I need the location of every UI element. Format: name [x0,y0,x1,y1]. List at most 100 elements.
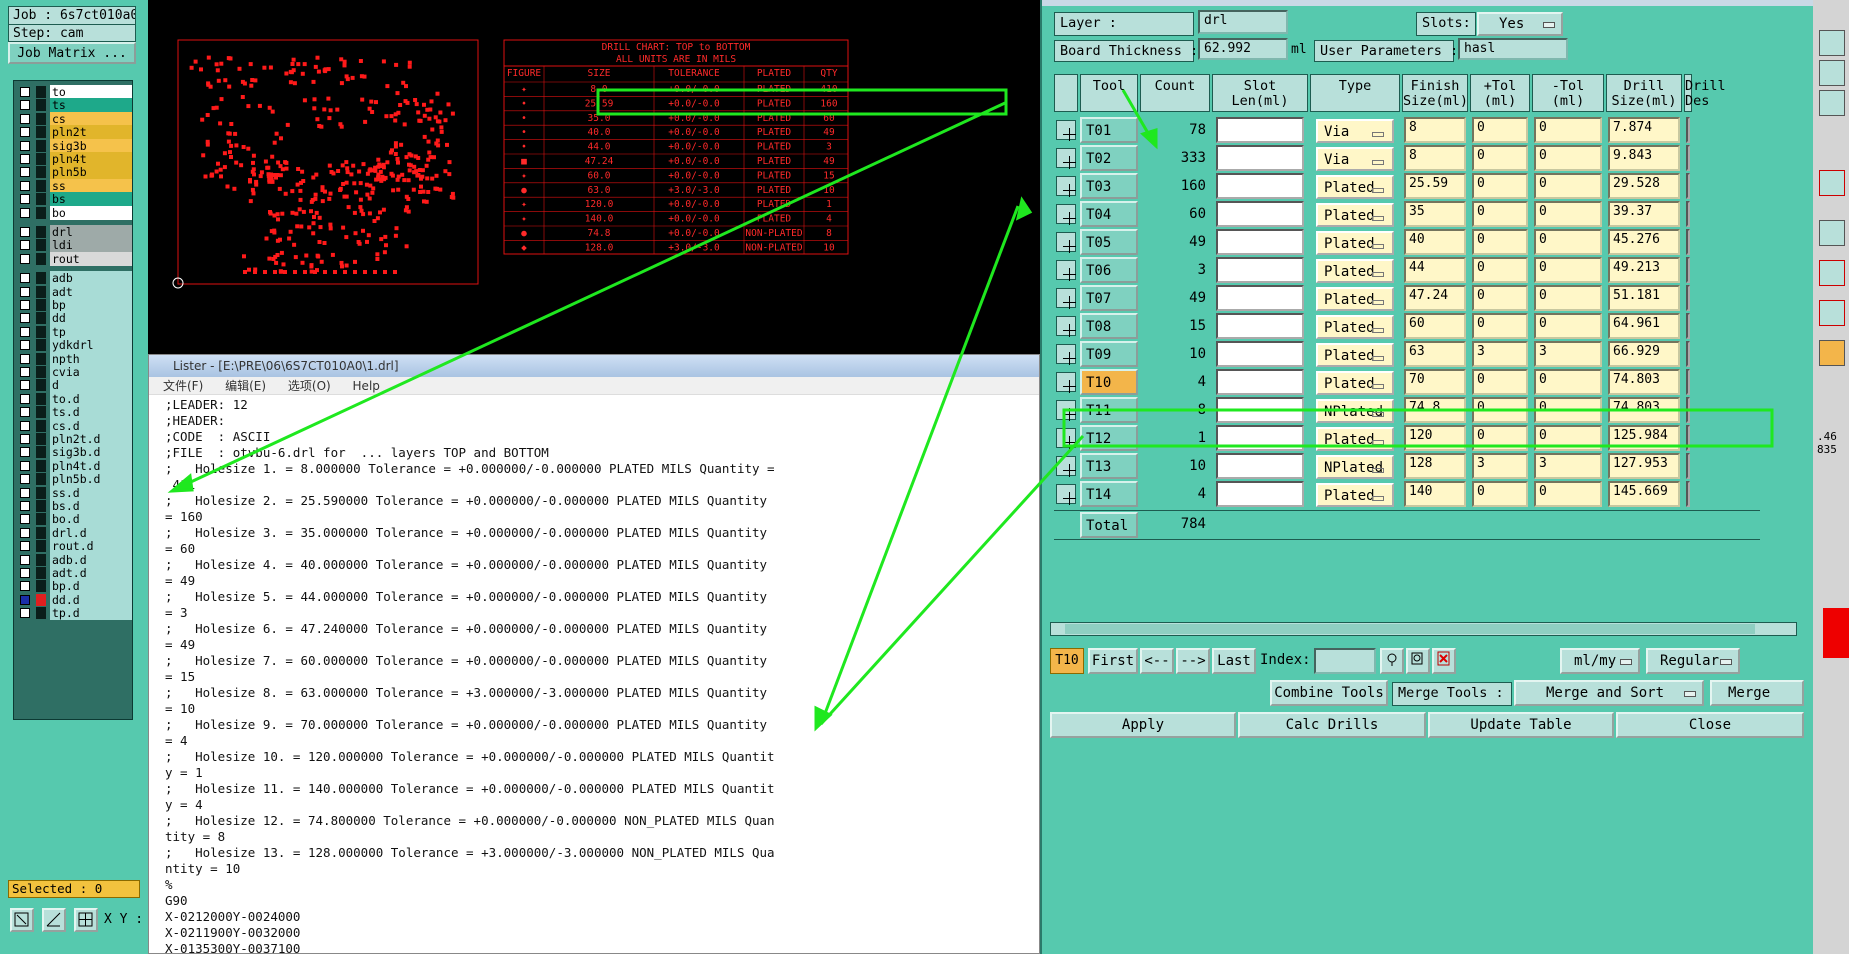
drill-size-input[interactable]: 29.528 [1608,173,1680,199]
type-dropdown[interactable]: Plated [1316,203,1394,227]
layer-checkbox[interactable] [20,554,30,565]
plus-tol-input[interactable]: 0 [1472,145,1528,171]
layer-row-drl-d[interactable]: drl.d [16,525,132,540]
drill-des-input[interactable] [1686,481,1690,507]
slot-len-input[interactable] [1216,229,1304,255]
drill-des-input[interactable] [1686,285,1690,311]
layer-row-d[interactable]: d [16,378,132,393]
layer-name[interactable]: cs.d [50,418,132,433]
slots-dropdown[interactable]: Yes [1477,12,1563,36]
layer-row-ldi[interactable]: ldi [16,238,132,253]
slot-len-input[interactable] [1216,481,1304,507]
layer-row-ts[interactable]: ts [16,98,132,113]
layer-row-adb[interactable]: adb [16,271,132,286]
layer-row-dd[interactable]: dd [16,311,132,326]
layer-checkbox[interactable] [20,326,30,337]
drill-des-input[interactable] [1686,117,1690,143]
plus-tol-input[interactable]: 0 [1472,481,1528,507]
drill-des-input[interactable] [1686,397,1690,423]
tool-cell[interactable]: T01 [1080,117,1138,143]
layer-row-bp[interactable]: bp [16,298,132,312]
column-header-type[interactable]: Type [1310,74,1400,112]
layer-name[interactable]: d [50,378,132,393]
layer-row-cvia[interactable]: cvia [16,365,132,379]
layer-checkbox[interactable] [20,581,30,592]
layer-name[interactable]: bp.d [50,579,132,594]
layer-checkbox[interactable] [20,240,30,251]
minus-tol-input[interactable]: 0 [1534,257,1602,283]
layer-row-sig3b[interactable]: sig3b [16,138,132,153]
plus-tol-input[interactable]: 0 [1472,257,1528,283]
column-header-drill[interactable]: Drill Size(ml) [1606,74,1682,112]
combine-tools-button[interactable]: Combine Tools [1270,680,1388,706]
layer-checkbox[interactable] [20,100,30,111]
slot-len-input[interactable] [1216,117,1304,143]
plus-tol-input[interactable]: 0 [1472,173,1528,199]
minus-tol-input[interactable]: 0 [1534,117,1602,143]
layer-name[interactable]: ldi [50,238,132,253]
finish-size-input[interactable]: 44 [1404,257,1466,283]
finish-size-input[interactable]: 40 [1404,229,1466,255]
copy-icon[interactable] [1406,648,1430,674]
drill-des-input[interactable] [1686,425,1690,451]
layer-checkbox[interactable] [20,527,30,538]
layer-checkbox[interactable] [20,140,30,151]
layer-name[interactable]: pln5b.d [50,472,132,487]
plus-tol-input[interactable]: 0 [1472,229,1528,255]
mode-dropdown[interactable]: Regular [1646,648,1740,674]
minus-tol-input[interactable]: 0 [1534,229,1602,255]
layer-row-ss-d[interactable]: ss.d [16,485,132,500]
expand-row-icon[interactable] [1056,372,1076,393]
layer-row-cs-d[interactable]: cs.d [16,418,132,433]
expand-row-icon[interactable] [1056,344,1076,365]
minus-tol-input[interactable]: 0 [1534,201,1602,227]
layer-checkbox[interactable] [20,207,30,218]
layer-name[interactable]: tp [50,324,132,339]
layer-checkbox[interactable] [20,253,30,264]
prev-button[interactable]: <-- [1140,648,1174,674]
layer-name[interactable]: sig3b [50,138,132,153]
layer-row-ss[interactable]: ss [16,178,132,193]
layer-name[interactable]: ss.d [50,485,132,500]
layer-name[interactable]: bp [50,298,132,312]
drill-size-input[interactable]: 125.984 [1608,425,1680,451]
layer-name[interactable]: adt.d [50,566,132,580]
type-dropdown[interactable]: Plated [1316,259,1394,283]
menu-help[interactable]: Help [353,379,380,393]
tool-cell[interactable]: T11 [1080,397,1138,423]
drill-size-input[interactable]: 64.961 [1608,313,1680,339]
layer-name[interactable]: bo.d [50,512,132,527]
layer-name[interactable]: dd.d [50,592,132,607]
tool-cell[interactable]: T14 [1080,481,1138,507]
layer-row-to[interactable]: to [16,85,132,99]
layer-row-pln4t-d[interactable]: pln4t.d [16,458,132,473]
layer-name[interactable]: tp.d [50,606,132,621]
expand-row-icon[interactable] [1056,400,1076,421]
layer-row-pln2t-d[interactable]: pln2t.d [16,432,132,446]
layer-name[interactable]: npth [50,351,132,366]
expand-row-icon[interactable] [1056,120,1076,141]
layer-row-tp-d[interactable]: tp.d [16,606,132,621]
layer-checkbox[interactable] [20,380,30,391]
slot-len-input[interactable] [1216,397,1304,423]
layer-checkbox[interactable] [20,474,30,485]
finish-size-input[interactable]: 35 [1404,201,1466,227]
column-header-des[interactable]: Drill Des [1684,74,1726,112]
finish-size-input[interactable]: 70 [1404,369,1466,395]
finish-size-input[interactable]: 47.24 [1404,285,1466,311]
layer-checkbox[interactable] [20,180,30,191]
plus-tol-input[interactable]: 0 [1472,201,1528,227]
tool-cell[interactable]: T05 [1080,229,1138,255]
minus-tol-input[interactable]: 0 [1534,481,1602,507]
drill-des-input[interactable] [1686,145,1690,171]
tool-cell[interactable]: T07 [1080,285,1138,311]
layer-row-pln4t[interactable]: pln4t [16,152,132,166]
drill-size-input[interactable]: 74.803 [1608,369,1680,395]
drill-des-input[interactable] [1686,257,1690,283]
layer-name[interactable]: bs [50,192,132,207]
slot-len-input[interactable] [1216,453,1304,479]
layer-name[interactable]: to.d [50,391,132,406]
type-dropdown[interactable]: Plated [1316,315,1394,339]
layer-checkbox[interactable] [20,460,30,471]
layer-row-tp[interactable]: tp [16,324,132,339]
